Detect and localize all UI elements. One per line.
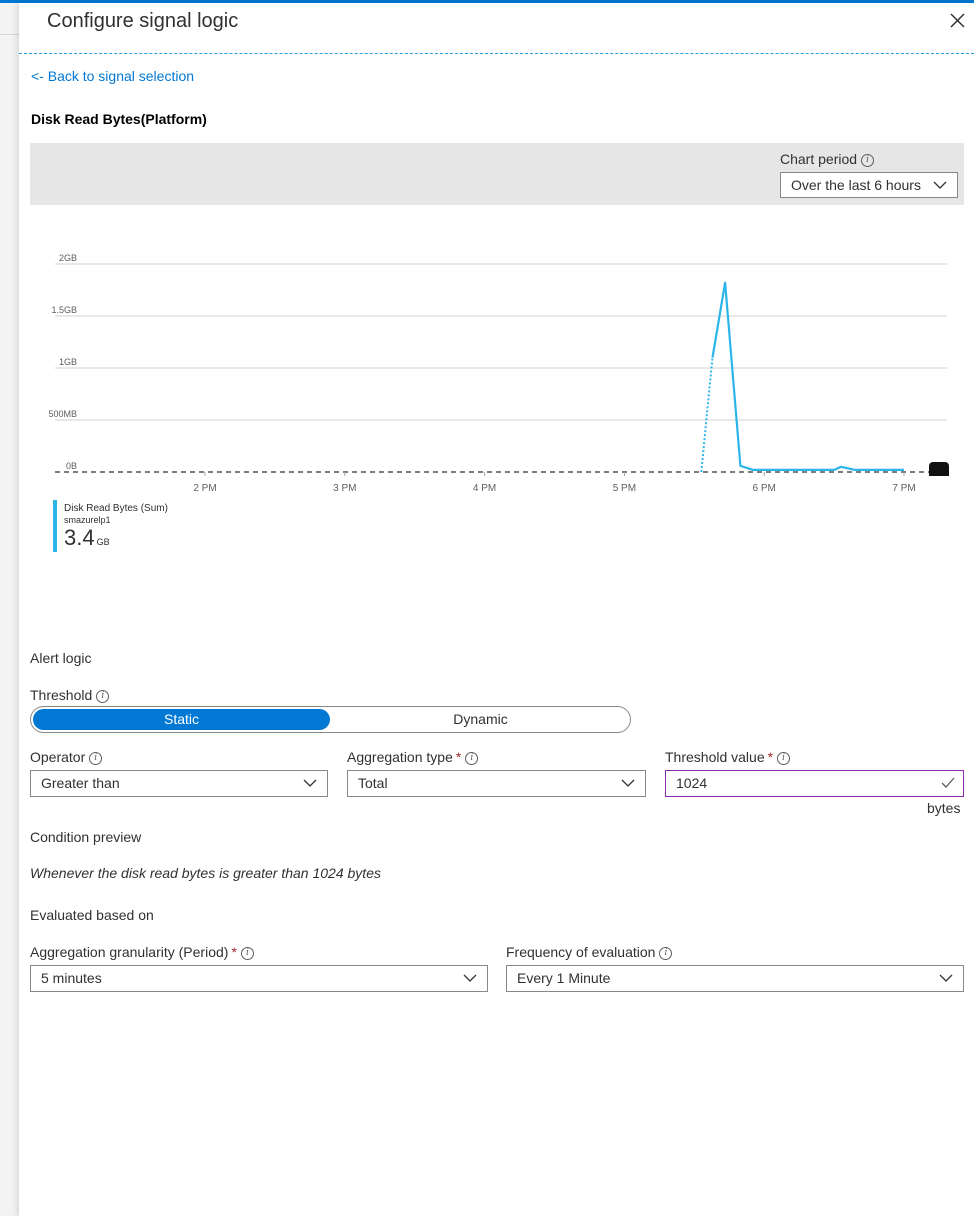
chevron-down-icon <box>939 974 953 982</box>
threshold-unit: bytes <box>927 800 961 816</box>
panel-title: Configure signal logic <box>47 10 239 32</box>
chart-scroll-handle[interactable] <box>929 462 949 476</box>
condition-preview-heading: Condition preview <box>30 829 142 845</box>
info-icon[interactable]: i <box>96 689 110 703</box>
operator-dropdown[interactable]: Greater than <box>30 770 328 797</box>
x-tick-label: 4 PM <box>473 483 496 494</box>
granularity-dropdown[interactable]: 5 minutes <box>30 965 488 992</box>
chevron-down-icon <box>463 974 477 982</box>
checkmark-icon <box>941 777 955 788</box>
panel-header: Configure signal logic <box>19 3 974 54</box>
threshold-static-option[interactable]: Static <box>33 709 330 730</box>
back-to-signal-selection-link[interactable]: <- Back to signal selection <box>31 68 194 84</box>
aggregation-type-value: Total <box>358 775 388 791</box>
legend-value-unit: GB <box>96 537 110 547</box>
y-tick-label: 1GB <box>59 357 77 367</box>
required-marker: * <box>455 749 462 765</box>
legend-metric: Disk Read Bytes (Sum) <box>64 503 168 514</box>
granularity-value: 5 minutes <box>41 970 102 986</box>
frequency-label: Frequency of evaluation i <box>506 944 673 960</box>
condition-preview-text: Whenever the disk read bytes is greater … <box>30 865 381 881</box>
aggregation-type-label-text: Aggregation type <box>347 749 453 765</box>
required-marker: * <box>231 944 237 960</box>
legend-resource: smazurelp1 <box>64 515 111 525</box>
threshold-value-text: 1024 <box>676 775 708 791</box>
close-icon <box>950 13 965 28</box>
x-tick-label: 7 PM <box>892 483 915 494</box>
legend-value-number: 3.4 <box>64 525 95 550</box>
background-blade <box>0 0 19 1216</box>
threshold-toggle: Static Dynamic <box>30 706 631 733</box>
configure-signal-panel: Configure signal logic <- Back to signal… <box>19 3 974 1216</box>
granularity-label-text: Aggregation granularity (Period) <box>30 944 229 960</box>
aggregation-type-label: Aggregation type * i <box>347 749 479 765</box>
info-icon[interactable]: i <box>777 751 791 765</box>
operator-label-text: Operator <box>30 749 86 765</box>
series-line-partial <box>700 357 714 473</box>
chevron-down-icon <box>933 181 947 189</box>
frequency-label-text: Frequency of evaluation <box>506 944 656 960</box>
threshold-value-input[interactable]: 1024 <box>665 770 964 797</box>
operator-label: Operator i <box>30 749 103 765</box>
background-divider <box>0 34 19 35</box>
info-icon[interactable]: i <box>465 751 479 765</box>
info-icon[interactable]: i <box>659 946 673 960</box>
y-tick-label: 0B <box>66 461 77 471</box>
required-marker: * <box>767 749 774 765</box>
info-icon[interactable]: i <box>861 153 875 167</box>
y-tick-label: 1.5GB <box>51 305 77 315</box>
x-tick-label: 6 PM <box>753 483 776 494</box>
y-tick-label: 500MB <box>48 409 77 419</box>
threshold-label-text: Threshold <box>30 687 93 703</box>
chart-period-value: Over the last 6 hours <box>791 177 921 193</box>
frequency-dropdown[interactable]: Every 1 Minute <box>506 965 964 992</box>
threshold-value-label: Threshold value * i <box>665 749 791 765</box>
signal-name: Disk Read Bytes(Platform) <box>31 111 207 127</box>
disk-read-chart: 2GB 1.5GB 1GB 500MB 0B 2 PM 3 PM 4 PM 5 PM 6 PM 7 … <box>48 253 947 494</box>
x-tick-label: 5 PM <box>613 483 636 494</box>
legend-color-swatch <box>53 500 57 552</box>
info-icon[interactable]: i <box>240 946 254 960</box>
series-line <box>711 281 904 471</box>
y-tick-label: 2GB <box>59 253 77 263</box>
granularity-label: Aggregation granularity (Period) * i <box>30 944 254 960</box>
chart-period-dropdown[interactable]: Over the last 6 hours <box>780 172 958 198</box>
operator-value: Greater than <box>41 775 120 791</box>
chart-period-text: Chart period <box>780 151 858 167</box>
x-tick-label: 3 PM <box>333 483 356 494</box>
alert-logic-heading: Alert logic <box>30 650 92 666</box>
chevron-down-icon <box>303 779 317 787</box>
threshold-label: Threshold i <box>30 687 110 703</box>
chart-period-label: Chart period i <box>780 151 875 167</box>
aggregation-type-dropdown[interactable]: Total <box>347 770 646 797</box>
chevron-down-icon <box>621 779 635 787</box>
evaluated-heading: Evaluated based on <box>30 907 154 923</box>
close-button[interactable] <box>946 9 968 31</box>
threshold-dynamic-option[interactable]: Dynamic <box>333 709 628 730</box>
info-icon[interactable]: i <box>89 751 103 765</box>
frequency-value: Every 1 Minute <box>517 970 611 986</box>
x-tick-label: 2 PM <box>193 483 216 494</box>
threshold-value-label-text: Threshold value <box>665 749 765 765</box>
legend-value: 3.4 GB <box>64 525 110 551</box>
